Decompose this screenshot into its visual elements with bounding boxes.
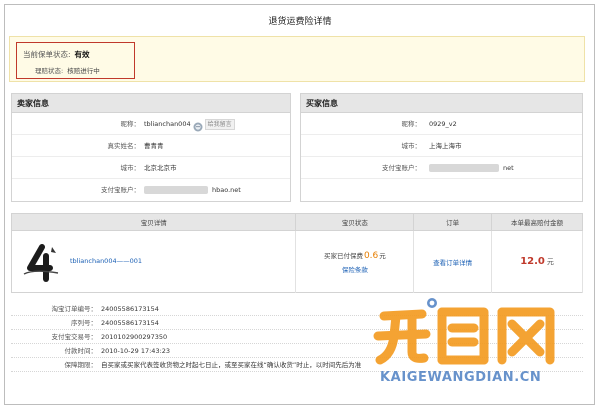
seller-realname-row: 真实姓名 曹青青 bbox=[12, 135, 290, 157]
order-cell: 查看订单详情 bbox=[413, 230, 493, 293]
seller-nickname-row: 昵称 tblianchan004 给我留言 bbox=[12, 113, 290, 135]
alipay-trade-number-value: 2010102900297350 bbox=[101, 333, 168, 341]
item-thumbnail[interactable] bbox=[22, 244, 62, 282]
buyer-city-label: 城市 bbox=[301, 135, 421, 157]
serial-number-value: 24005586173154 bbox=[101, 319, 159, 327]
header-order: 订单 bbox=[413, 213, 493, 231]
seller-nickname-label: 昵称 bbox=[12, 113, 140, 135]
buyer-alipay-value: net bbox=[503, 164, 514, 172]
item-status-cell: 买家已付保费0.6元 保险条款 bbox=[295, 230, 415, 293]
seller-info-heading: 卖家信息 bbox=[12, 94, 290, 113]
item-name-link[interactable]: tblianchan004——001 bbox=[70, 257, 142, 265]
payment-time-label: 付款时间 bbox=[11, 344, 97, 358]
policy-status-value: 有效 bbox=[74, 50, 90, 59]
watermark-domain: KAIGEWANGDIAN.CN bbox=[380, 370, 542, 385]
paid-premium-unit: 元 bbox=[379, 251, 386, 260]
item-details-cell: tblianchan004——001 bbox=[11, 230, 297, 293]
seller-alipay-row: 支付宝账户 hbao.net bbox=[12, 179, 290, 201]
order-table-header: 宝贝详情 宝贝状态 订单 本单最高赔付金额 bbox=[11, 213, 583, 231]
seller-alipay-value: hbao.net bbox=[212, 186, 241, 194]
alipay-trade-number-label: 支付宝交易号 bbox=[11, 330, 97, 344]
buyer-nickname-row: 昵称 0929_v2 bbox=[301, 113, 582, 135]
max-payout-amount: 12.0 bbox=[520, 256, 545, 267]
policy-status-box: 当前保单状态: 有效 理赔状态: 核赔进行中 bbox=[16, 42, 135, 79]
buyer-nickname-label: 昵称 bbox=[301, 113, 421, 135]
redacted-mask bbox=[144, 186, 208, 194]
seller-alipay-label: 支付宝账户 bbox=[12, 179, 140, 201]
view-order-details-link[interactable]: 查看订单详情 bbox=[433, 259, 472, 267]
buyer-empty-row bbox=[301, 179, 582, 201]
redacted-mask bbox=[429, 164, 499, 172]
table-row: tblianchan004——001 买家已付保费0.6元 保险条款 查看订单详… bbox=[11, 230, 583, 293]
policy-status-label: 当前保单状态: bbox=[23, 50, 71, 59]
max-payout-unit: 元 bbox=[546, 258, 554, 266]
buyer-city-row: 城市 上海上海市 bbox=[301, 135, 582, 157]
buyer-info-heading: 买家信息 bbox=[301, 94, 582, 113]
seller-city-label: 城市 bbox=[12, 157, 140, 179]
policy-status: 当前保单状态: 有效 bbox=[23, 49, 90, 60]
paid-premium: 买家已付保费0.6元 bbox=[323, 250, 386, 261]
page-title: 退货运费险详情 bbox=[268, 17, 332, 27]
insurance-terms-link[interactable]: 保险条款 bbox=[296, 264, 413, 274]
payment-time-value: 2010-10-29 17:43:23 bbox=[101, 347, 171, 355]
coverage-period-label: 保障期限 bbox=[11, 358, 97, 372]
buyer-alipay-label: 支付宝账户 bbox=[301, 157, 421, 179]
seller-city-row: 城市 北京北京市 bbox=[12, 157, 290, 179]
buyer-alipay-row: 支付宝账户 net bbox=[301, 157, 582, 179]
order-table: 宝贝详情 宝贝状态 订单 本单最高赔付金额 tblianchan004——001 bbox=[11, 213, 583, 293]
seller-nickname-value: tblianchan004 给我留言 bbox=[144, 113, 235, 135]
buyer-info-panel: 买家信息 昵称 0929_v2 城市 上海上海市 支付宝账户 net bbox=[300, 93, 583, 202]
max-payout-cell: 12.0 元 bbox=[491, 230, 583, 293]
claim-status: 理赔状态: 核赔进行中 bbox=[35, 65, 100, 75]
seller-realname-value: 曹青青 bbox=[144, 142, 164, 150]
header-max-payout: 本单最高赔付金额 bbox=[491, 213, 583, 231]
paid-premium-amount: 0.6 bbox=[363, 250, 379, 261]
serial-number-label: 序列号 bbox=[11, 316, 97, 330]
header-item-details: 宝贝详情 bbox=[11, 213, 297, 231]
seller-nickname-text: tblianchan004 bbox=[144, 120, 191, 128]
buyer-nickname-value: 0929_v2 bbox=[429, 120, 457, 128]
header-item-status: 宝贝状态 bbox=[295, 213, 415, 231]
buyer-city-value: 上海上海市 bbox=[429, 142, 462, 150]
wangwang-icon[interactable] bbox=[193, 119, 203, 132]
seller-realname-label: 真实姓名 bbox=[12, 135, 140, 157]
taobao-order-number-value: 24005586173154 bbox=[101, 305, 159, 313]
taobao-order-number-label: 淘宝订单编号 bbox=[11, 302, 97, 316]
seller-info-panel: 卖家信息 昵称 tblianchan004 给我留言 真实姓名 曹青青 城市 北京… bbox=[11, 93, 291, 202]
watermark-logo bbox=[372, 296, 562, 368]
claim-status-label: 理赔状态: bbox=[35, 67, 64, 75]
claim-status-value: 核赔进行中 bbox=[67, 67, 100, 75]
leave-message-button[interactable]: 给我留言 bbox=[204, 118, 235, 130]
paid-premium-prefix: 买家已付保费 bbox=[323, 251, 363, 260]
seller-city-value: 北京北京市 bbox=[144, 164, 177, 172]
